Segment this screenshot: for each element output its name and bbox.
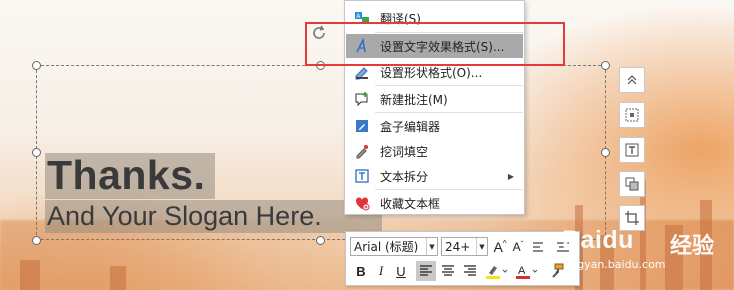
grow-font-icon: A [493,239,503,255]
text-box-icon[interactable] [619,137,645,163]
resize-handle-top-right[interactable] [601,61,610,70]
menu-item-favorite-textbox[interactable]: 收藏文本框 [346,191,523,215]
resize-handle-top-left[interactable] [32,61,41,70]
new-comment-icon [351,91,373,107]
svg-text:A: A [518,265,526,277]
resize-handle-bottom-left[interactable] [32,236,41,245]
align-right-icon [464,265,476,276]
resize-handle-bottom[interactable] [316,236,325,245]
highlight-color-button[interactable] [484,261,510,281]
mini-format-toolbar: Arial (标题) ▼ 24+ ▼ A ^ Aˇ B I U A [345,231,580,286]
menu-item-label: 文本拆分 [380,169,429,184]
resize-handle-left[interactable] [32,148,41,157]
position-icon[interactable] [619,102,645,128]
clear-format-icon [533,242,543,252]
favorite-textbox-icon [351,195,373,211]
align-left-icon [420,265,432,276]
watermark-url: jingyan.baidu.com [564,258,666,271]
skyline-tower [20,260,40,290]
shrink-font-button[interactable]: Aˇ [510,237,526,257]
skyline-tower [110,266,126,290]
highlighter-icon [486,266,508,279]
font-size-value: 24+ [445,239,471,254]
shape-format-icon [351,64,373,80]
chevron-down-icon[interactable]: ▼ [476,238,487,255]
font-size-select[interactable]: 24+ ▼ [441,237,488,256]
align-left-button[interactable] [416,261,436,281]
menu-item-text-split[interactable]: 文本拆分 ▶ [346,164,523,188]
menu-item-label: 挖词填空 [380,144,429,159]
menu-divider [375,189,523,190]
highlight-callout-box [305,22,565,66]
text-split-icon [351,168,373,184]
menu-divider [375,112,523,113]
bold-button[interactable]: B [352,261,370,281]
watermark-brand-cn: 经验 [670,234,715,259]
menu-item-label: 盒子编辑器 [380,119,441,134]
menu-item-label: 新建批注(M) [380,92,448,107]
align-right-button[interactable] [460,261,480,281]
clear-format-button[interactable] [529,237,549,257]
submenu-arrow-icon: ▶ [507,171,514,181]
menu-item-box-editor[interactable]: 盒子编辑器 [346,114,523,138]
box-editor-icon [351,118,373,134]
italic-button[interactable]: I [372,261,390,281]
grow-font-button[interactable]: A ^ [492,237,508,257]
align-center-button[interactable] [438,261,458,281]
align-center-icon [442,265,454,276]
underline-button[interactable]: U [392,261,410,281]
resize-handle-right[interactable] [601,148,610,157]
menu-divider [375,85,523,86]
font-color-icon: A [516,265,538,279]
font-color-button[interactable]: A [514,261,540,281]
shrink-font-icon: A [512,240,521,254]
chevron-down-icon[interactable]: ▼ [426,238,437,255]
watermark-brand: Baidu [562,226,634,254]
menu-item-new-comment[interactable]: 新建批注(M) [346,87,523,111]
menu-item-fill-blank[interactable]: 挖词填空 [346,139,523,163]
menu-item-label: 收藏文本框 [380,196,441,211]
collapse-icon[interactable] [619,67,645,93]
arrange-icon[interactable] [619,171,645,197]
baidu-watermark: Baidu 经验 jingyan.baidu.com [560,222,730,282]
fill-blank-icon [351,143,373,159]
menu-item-label: 设置形状格式(O)... [380,65,483,80]
font-name-value: Arial (标题) [354,240,419,254]
font-name-select[interactable]: Arial (标题) ▼ [350,237,438,256]
